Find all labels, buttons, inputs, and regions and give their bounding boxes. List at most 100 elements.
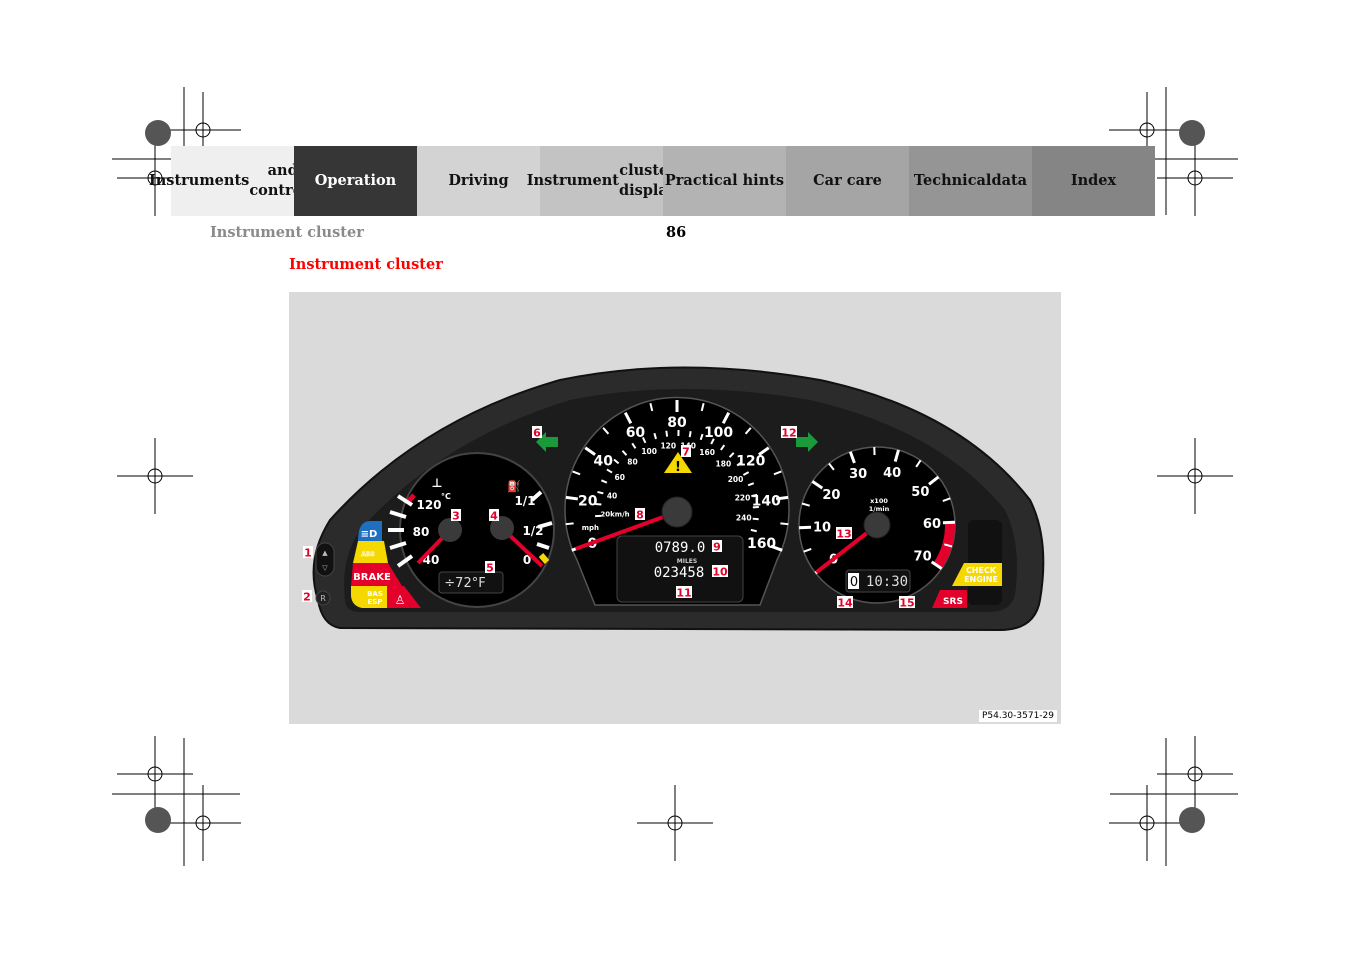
kmh-label: 200 xyxy=(728,475,744,484)
mph-label: 100 xyxy=(704,425,733,441)
rpm-label: 60 xyxy=(923,517,941,532)
kmh-label: 100 xyxy=(641,447,657,456)
mph-label: 80 xyxy=(667,415,687,431)
callout-9: 9 xyxy=(713,541,721,554)
figure-reference: P54.30-3571-29 xyxy=(978,710,1057,722)
rpm-label: 40 xyxy=(883,466,901,481)
gauge-label: 120 xyxy=(416,498,441,512)
kmh-label: 160 xyxy=(699,448,715,457)
callout-11: 11 xyxy=(676,587,691,600)
needle-hub xyxy=(863,511,891,539)
gauge-tick xyxy=(688,430,692,438)
callout-15: 15 xyxy=(899,597,914,610)
coolant-icon: ⊥ xyxy=(432,476,443,490)
tab-label: Car care xyxy=(813,172,882,189)
callout-6: 6 xyxy=(533,427,541,440)
rpm-unit: x100 xyxy=(870,497,888,505)
callout-8: 8 xyxy=(636,509,644,522)
kmh-label: 240 xyxy=(736,514,752,523)
check-label: CHECK xyxy=(966,566,997,575)
tab-instruments-and-controls[interactable]: Instruments and controls xyxy=(149,146,316,216)
instrument-cluster-figure: 0204060801001201401604060801001201401601… xyxy=(289,292,1061,724)
clock: 10:30 xyxy=(866,574,908,590)
gauge-tick xyxy=(750,528,757,533)
callout-2: 2 xyxy=(303,591,311,604)
gauge-tick xyxy=(780,522,789,526)
tab-instrument-cluster-display[interactable]: Instrument cluster display xyxy=(527,146,676,216)
tab-index[interactable]: Index xyxy=(1032,146,1155,216)
rpm-label: 50 xyxy=(911,485,929,500)
esp-label: ESP xyxy=(368,598,383,606)
tab-label: Operation xyxy=(314,172,397,189)
tab-label: Driving xyxy=(448,172,509,189)
abs-label: ABS xyxy=(361,551,375,558)
trip-odometer: 0789.0 xyxy=(655,540,706,556)
gear-indicator: 0 xyxy=(850,575,858,590)
needle-hub xyxy=(661,496,693,528)
tab-label: Instrument xyxy=(526,172,619,189)
mph-label: 60 xyxy=(626,425,646,441)
seatbelt-icon: ♙ xyxy=(395,593,406,607)
tab-label: Index xyxy=(1070,172,1117,189)
kmh-label: 180 xyxy=(716,459,732,468)
gauge-tick xyxy=(565,495,579,501)
mph-label: 20 xyxy=(578,493,598,509)
gauge-tick xyxy=(597,490,604,495)
callout-14: 14 xyxy=(837,597,853,610)
page-number: 86 xyxy=(666,224,687,241)
section-breadcrumb: Instrument cluster xyxy=(210,224,364,241)
callout-10: 10 xyxy=(712,566,728,579)
reset-button-label: R xyxy=(320,594,326,603)
rpm-label: 30 xyxy=(849,467,867,482)
tab-driving[interactable]: Driving xyxy=(417,146,540,216)
mph-label: 120 xyxy=(736,453,765,469)
gauge-tick xyxy=(665,430,669,437)
tab-car-care[interactable]: Car care xyxy=(786,146,909,216)
callout-7: 7 xyxy=(682,446,690,459)
tab-label: Instruments xyxy=(148,172,250,189)
tab-label: data xyxy=(991,172,1028,189)
callout-13: 13 xyxy=(836,528,851,541)
distance-unit: MILES xyxy=(677,558,697,565)
gauge-label: 1/1 xyxy=(514,494,535,508)
engine-label: ENGINE xyxy=(964,575,998,584)
callout-1: 1 xyxy=(304,547,312,560)
gauge-tick xyxy=(752,517,759,521)
kmh-label: 80 xyxy=(627,458,637,467)
brake-label: BRAKE xyxy=(353,572,391,583)
kmh-label: 220 xyxy=(735,494,751,503)
page-title: Instrument cluster xyxy=(289,256,443,273)
tab-operation[interactable]: Operation xyxy=(294,146,417,216)
outside-temperature: ÷72°F xyxy=(444,576,485,591)
tab-practical-hints[interactable]: Practical hints xyxy=(663,146,786,216)
down-button-icon: ▽ xyxy=(322,564,328,572)
up-button-icon: ▲ xyxy=(322,549,328,557)
chapter-tabs: Instruments and controls Operation Driving I… xyxy=(149,146,1155,216)
mph-label: 140 xyxy=(752,493,781,509)
kmh-label: 60 xyxy=(615,473,625,482)
callout-4: 4 xyxy=(490,510,498,523)
mph-label: 160 xyxy=(747,536,776,552)
kmh-unit: 20km/h xyxy=(600,511,629,519)
rpm-label: 70 xyxy=(914,549,932,564)
mph-label: 40 xyxy=(594,453,614,469)
callout-5: 5 xyxy=(486,562,494,575)
temp-unit: °C xyxy=(441,492,451,501)
mph-unit: mph xyxy=(582,524,599,532)
tab-technical-data[interactable]: Technical data xyxy=(909,146,1032,216)
total-odometer: 023458 xyxy=(654,565,705,581)
svg-text:≡D: ≡D xyxy=(361,529,378,540)
tab-label: Practical hints xyxy=(664,172,785,189)
bas-label: BAS xyxy=(367,590,383,598)
gauge-tick xyxy=(565,522,574,526)
callout-3: 3 xyxy=(452,510,460,523)
callout-12: 12 xyxy=(781,427,796,440)
gauge-label: 80 xyxy=(413,525,430,539)
srs-label: SRS xyxy=(943,597,963,607)
kmh-label: 120 xyxy=(660,441,676,450)
fuel-pump-icon: ⛽ xyxy=(507,480,521,493)
rpm-label: 20 xyxy=(822,488,840,503)
svg-text:!: ! xyxy=(675,460,681,475)
gauge-label: 1/2 xyxy=(522,524,543,538)
tab-label: Technical xyxy=(913,172,992,189)
